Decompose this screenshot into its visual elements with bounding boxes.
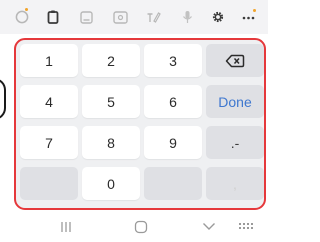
recent-apps-icon[interactable] — [60, 221, 72, 233]
settings-icon[interactable] — [210, 9, 226, 25]
navigation-bar — [0, 216, 268, 242]
more-badge-dot — [253, 9, 256, 12]
keyboard-switch-icon[interactable] — [238, 222, 254, 232]
sticker-icon[interactable] — [78, 9, 94, 25]
key-4[interactable]: 4 — [20, 85, 78, 118]
blank-key-right — [144, 167, 202, 200]
key-6[interactable]: 6 — [144, 85, 202, 118]
punctuation-key[interactable]: .- — [206, 126, 264, 159]
key-3[interactable]: 3 — [144, 44, 202, 77]
done-key[interactable]: Done — [206, 85, 264, 118]
backspace-key[interactable] — [206, 44, 264, 77]
blank-key-left — [20, 167, 78, 200]
key-7[interactable]: 7 — [20, 126, 78, 159]
key-1[interactable]: 1 — [20, 44, 78, 77]
keyboard-toolbar — [0, 0, 268, 34]
comma-key[interactable]: , — [206, 167, 264, 200]
hide-keyboard-icon[interactable] — [202, 222, 216, 231]
emoji-icon[interactable] — [14, 9, 30, 25]
annotation-bracket — [0, 78, 6, 120]
emoji-badge-dot — [25, 8, 28, 11]
key-2[interactable]: 2 — [82, 44, 140, 77]
handwriting-icon[interactable] — [145, 9, 161, 25]
gif-icon[interactable] — [112, 9, 128, 25]
key-9[interactable]: 9 — [144, 126, 202, 159]
backspace-icon — [225, 54, 245, 67]
key-0[interactable]: 0 — [82, 167, 140, 200]
key-5[interactable]: 5 — [82, 85, 140, 118]
clipboard-icon[interactable] — [45, 9, 61, 25]
home-icon[interactable] — [134, 220, 148, 234]
numeric-keypad: 1 2 3 4 5 6 Done 7 8 9 .- 0 , — [14, 38, 266, 210]
mic-icon[interactable] — [179, 9, 195, 25]
key-8[interactable]: 8 — [82, 126, 140, 159]
